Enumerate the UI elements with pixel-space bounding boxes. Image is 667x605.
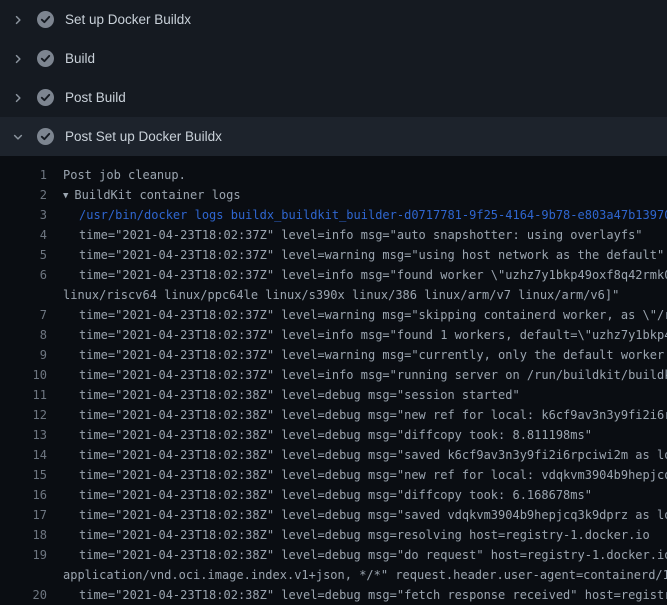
check-circle-icon [37, 11, 54, 28]
chevron-right-icon[interactable] [10, 12, 26, 28]
log-line: 19 time="2021-04-23T18:02:38Z" level=debu… [0, 545, 667, 565]
log-text: time="2021-04-23T18:02:38Z" level=debug … [79, 528, 650, 542]
log-line-number[interactable]: 8 [0, 325, 47, 345]
log-text: time="2021-04-23T18:02:37Z" level=info m… [79, 268, 667, 282]
log-line: 17 time="2021-04-23T18:02:38Z" level=debu… [0, 505, 667, 525]
check-circle-icon [37, 50, 54, 67]
step-label: Build [65, 51, 95, 66]
check-circle-icon [37, 89, 54, 106]
log-line: 20time="2021-04-23T18:02:38Z" level=debu… [0, 585, 667, 605]
log-line: 14 time="2021-04-23T18:02:38Z" level=debu… [0, 445, 667, 465]
log-line-number[interactable]: 7 [0, 305, 47, 325]
log-line: 6 time="2021-04-23T18:02:37Z" level=info … [0, 265, 667, 285]
log-text: time="2021-04-23T18:02:38Z" level=debug … [79, 388, 520, 402]
log-line-number[interactable]: 4 [0, 225, 47, 245]
log-line: 3/usr/bin/docker logs buildx_buildkit_bu… [0, 205, 667, 225]
log-line: 8 time="2021-04-23T18:02:37Z" level=info … [0, 325, 667, 345]
log-text: time="2021-04-23T18:02:37Z" level=warnin… [79, 248, 664, 262]
log-text: time="2021-04-23T18:02:38Z" level=debug … [79, 508, 667, 522]
log-line-number[interactable]: 20 [0, 585, 47, 605]
log-text: time="2021-04-23T18:02:37Z" level=info m… [79, 328, 667, 342]
log-line-number[interactable]: 10 [0, 365, 47, 385]
log-line: 7 time="2021-04-23T18:02:37Z" level=warni… [0, 305, 667, 325]
log-line: 12 time="2021-04-23T18:02:38Z" level=debu… [0, 405, 667, 425]
chevron-right-icon[interactable] [10, 51, 26, 67]
log-line: 11 time="2021-04-23T18:02:38Z" level=debu… [0, 385, 667, 405]
log-line-number[interactable]: 18 [0, 525, 47, 545]
log-line: 4 time="2021-04-23T18:02:37Z" level=info … [0, 225, 667, 245]
log-line: 1 Post job cleanup. [0, 165, 667, 185]
chevron-down-icon[interactable] [10, 129, 26, 145]
log-text: time="2021-04-23T18:02:37Z" level=warnin… [79, 308, 667, 322]
log-line-number[interactable]: 11 [0, 385, 47, 405]
log-line: 9 time="2021-04-23T18:02:37Z" level=warni… [0, 345, 667, 365]
step-row[interactable]: Build [0, 39, 667, 78]
log-text: time="2021-04-23T18:02:38Z" level=debug … [79, 488, 592, 502]
log-text: time="2021-04-23T18:02:37Z" level=warnin… [79, 348, 667, 362]
log-line-number[interactable]: 12 [0, 405, 47, 425]
log-command-text: /usr/bin/docker logs buildx_buildkit_bui… [79, 208, 667, 222]
log-text: Post job cleanup. [63, 168, 186, 182]
log-line-number[interactable]: 15 [0, 465, 47, 485]
check-circle-icon [37, 128, 54, 145]
log-text: linux/riscv64 linux/ppc64le linux/s390x … [63, 288, 619, 302]
log-text: time="2021-04-23T18:02:38Z" level=debug … [79, 408, 667, 422]
log-line-number[interactable]: 3 [0, 205, 47, 225]
log-line-number[interactable]: 1 [0, 165, 47, 185]
log-text: time="2021-04-23T18:02:37Z" level=info m… [79, 228, 643, 242]
log-text: time="2021-04-23T18:02:38Z" level=debug … [79, 548, 667, 562]
log-group-title-text: BuildKit container logs [74, 188, 240, 202]
log-line: 18 time="2021-04-23T18:02:38Z" level=debu… [0, 525, 667, 545]
log-line-number[interactable]: 5 [0, 245, 47, 265]
log-line: 15 time="2021-04-23T18:02:38Z" level=debu… [0, 465, 667, 485]
step-label: Set up Docker Buildx [65, 12, 191, 27]
log-line: 16 time="2021-04-23T18:02:38Z" level=debu… [0, 485, 667, 505]
log-line-number[interactable]: 17 [0, 505, 47, 525]
log-line-number[interactable]: 6 [0, 265, 47, 285]
log-line-number[interactable]: 2 [0, 185, 47, 205]
log-line: 2 ▼ BuildKit container logs [0, 185, 667, 205]
log-text: time="2021-04-23T18:02:38Z" level=debug … [79, 468, 667, 482]
log-line: 5 time="2021-04-23T18:02:37Z" level=warni… [0, 245, 667, 265]
log-line-number[interactable]: 16 [0, 485, 47, 505]
log-line: linux/riscv64 linux/ppc64le linux/s390x … [0, 285, 667, 305]
step-row[interactable]: Post Build [0, 78, 667, 117]
log-line: 10 time="2021-04-23T18:02:37Z" level=info… [0, 365, 667, 385]
log-line: application/vnd.oci.image.index.v1+json,… [0, 565, 667, 585]
log-line-number[interactable]: 13 [0, 425, 47, 445]
log-text: time="2021-04-23T18:02:37Z" level=info m… [79, 368, 667, 382]
step-row[interactable]: Post Set up Docker Buildx [0, 117, 667, 156]
log-line-number[interactable]: 9 [0, 345, 47, 365]
log-line-number[interactable]: 14 [0, 445, 47, 465]
steps-list: Set up Docker Buildx Build Post Build Post … [0, 0, 667, 156]
step-label: Post Set up Docker Buildx [65, 129, 222, 144]
group-expander-icon[interactable]: ▼ [63, 186, 68, 205]
log-line-number[interactable]: 19 [0, 545, 47, 565]
log-text: time="2021-04-23T18:02:38Z" level=debug … [79, 448, 667, 462]
log-viewer: 1 Post job cleanup. 2 ▼ BuildKit container l… [0, 156, 667, 605]
step-label: Post Build [65, 90, 126, 105]
log-group-title[interactable]: ▼ BuildKit container logs [63, 188, 241, 202]
step-row[interactable]: Set up Docker Buildx [0, 0, 667, 39]
log-text: application/vnd.oci.image.index.v1+json,… [63, 568, 667, 582]
log-text: time="2021-04-23T18:02:38Z" level=debug … [79, 428, 592, 442]
chevron-right-icon[interactable] [10, 90, 26, 106]
log-line: 13 time="2021-04-23T18:02:38Z" level=debu… [0, 425, 667, 445]
